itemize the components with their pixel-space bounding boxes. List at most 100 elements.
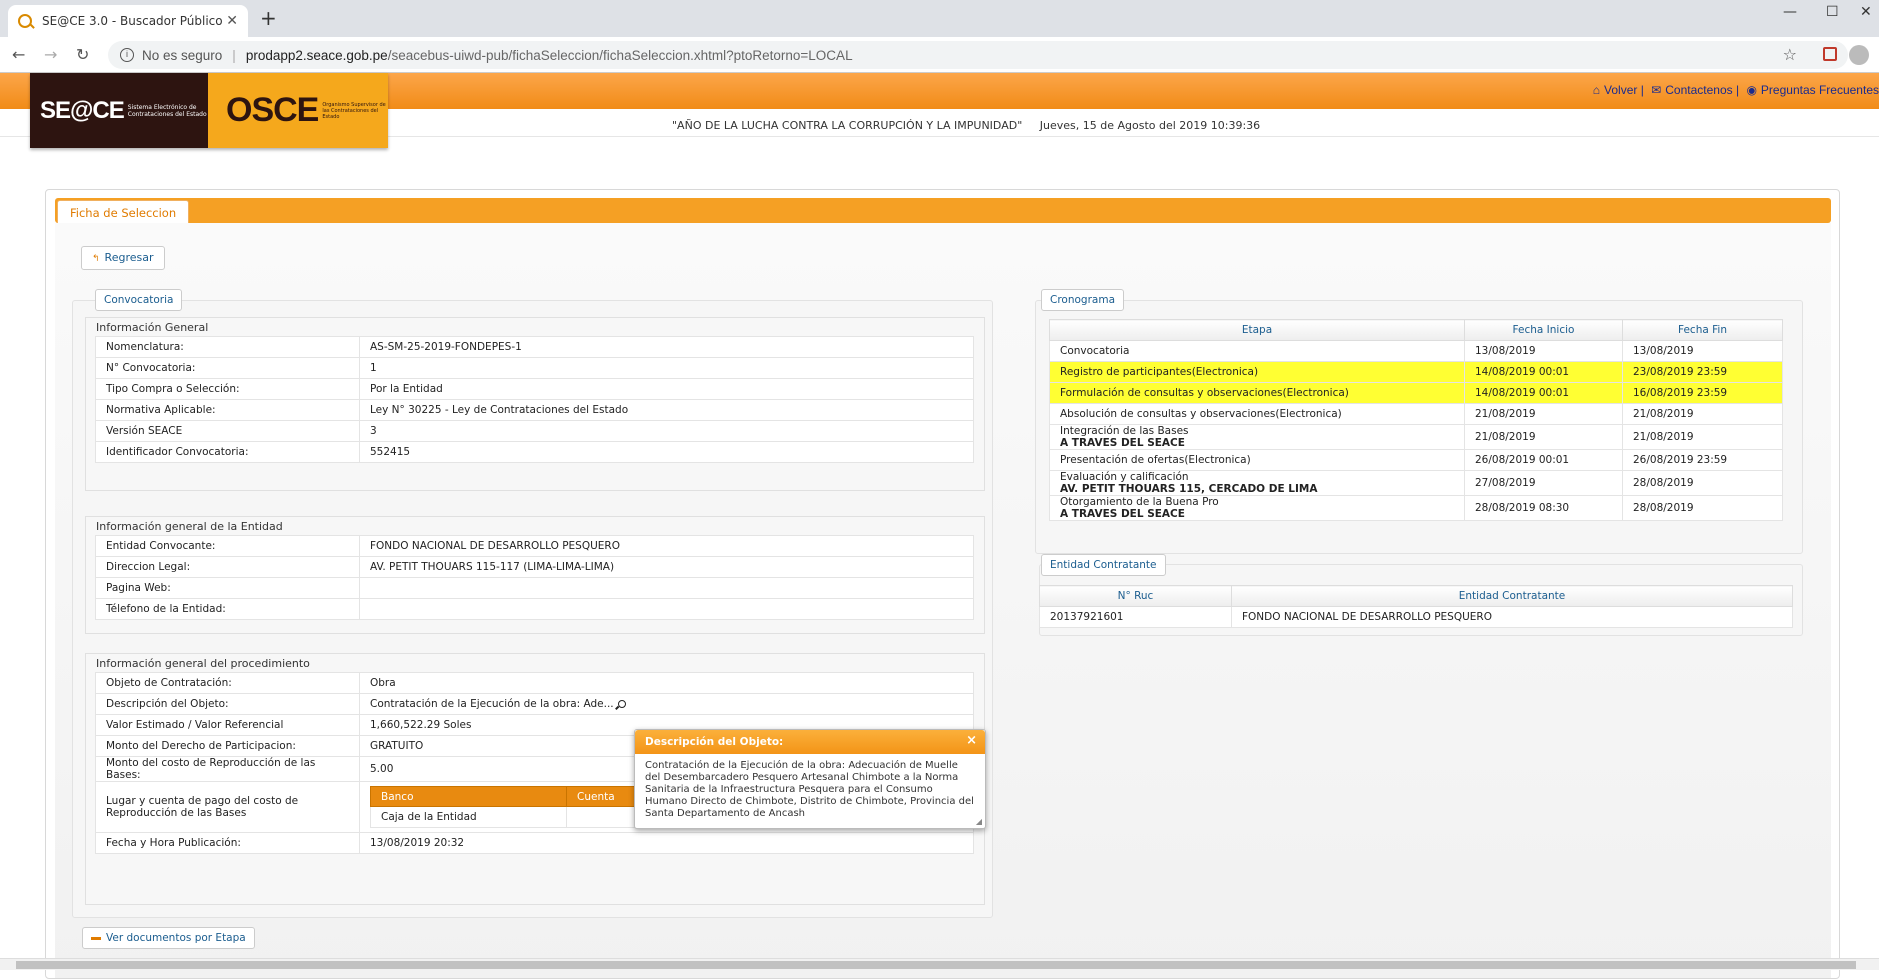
cronograma-row: Registro de participantes(Electronica) 14… [1049,361,1783,383]
table-row: Télefono de la Entidad: [95,598,974,620]
preguntas-link[interactable]: Preguntas Frecuentes [1761,83,1879,97]
cronograma-row: Formulación de consultas y observaciones… [1049,382,1783,404]
browser-tabbar: SE@CE 3.0 - Buscador Público ✕ + — ☐ ✕ [0,0,1879,37]
descripcion-objeto-value: Contratación de la Ejecución de la obra:… [370,698,614,710]
security-label: No es seguro [142,47,223,63]
mail-icon: ✉ [1651,83,1662,97]
table-row: Fecha y Hora Publicación: 13/08/2019 20:3… [95,832,974,854]
cronograma-row: Convocatoria 13/08/2019 13/08/2019 [1049,340,1783,362]
site-logo[interactable]: SE@CE Sistema Electrónico de Contratacio… [30,73,388,148]
descripcion-popup: Descripción del Objeto: × Contratación d… [634,729,986,829]
bookmark-star-icon[interactable]: ☆ [1783,45,1797,64]
fecha-fin: 13/08/2019 [1622,340,1783,362]
seace-logo: SE@CE Sistema Electrónico de Contratacio… [30,73,208,148]
extension-icon[interactable] [1823,47,1837,61]
etapa-lugar: AV. PETIT THOUARS 115, CERCADO DE LIMA [1060,483,1318,495]
back-arrow-icon: ↰ [92,254,100,264]
url-field[interactable]: i No es seguro | prodapp2.seace.gob.pe/s… [108,41,1848,69]
fecha-ini: 13/08/2019 [1464,340,1623,362]
table-row: Direccion Legal: AV. PETIT THOUARS 115-11… [95,556,974,578]
back-icon[interactable]: ← [12,45,25,64]
top-links: ⌂ Volver | ✉ Contactenos | ◉ Preguntas Frec… [1592,83,1879,97]
etapa-name: Integración de las Bases [1060,425,1189,437]
popup-body: Contratación de la Ejecución de la obra:… [645,760,974,819]
etapa-name: Otorgamiento de la Buena Pro [1060,496,1219,508]
etapa-lugar: A TRAVES DEL SEACE [1060,508,1185,520]
etapa-name: Formulación de consultas y observaciones… [1060,387,1349,399]
contactenos-link[interactable]: Contactenos [1665,83,1732,97]
close-tab-icon[interactable]: ✕ [226,13,238,29]
table-row: Pagina Web: [95,577,974,599]
procedimiento-title: Información general del procedimiento [96,657,310,670]
reload-icon[interactable]: ↻ [76,45,89,64]
tab-title: SE@CE 3.0 - Buscador Público [42,14,223,28]
tab-ficha-seleccion[interactable]: Ficha de Seleccion [57,200,190,225]
scrollbar-thumb[interactable] [16,961,1856,969]
new-tab-icon[interactable]: + [260,6,277,30]
rss-icon: ◉ [1746,83,1757,97]
fecha-ini: 14/08/2019 00:01 [1464,361,1623,383]
fecha-ini: 21/08/2019 [1464,403,1623,425]
osce-logo: OSCE Organismo Supervisor de las Contrat… [208,73,388,148]
ficha-body: ↰ Regresar Convocatoria Información Gener… [55,223,1831,978]
url-host: prodapp2.seace.gob.pe [245,47,388,63]
info-general-title: Información General [96,321,209,334]
cronograma-legend[interactable]: Cronograma [1041,289,1124,311]
etapa-lugar: A TRAVES DEL SEACE [1060,437,1185,449]
forward-icon[interactable]: → [44,45,57,64]
maximize-icon[interactable]: ☐ [1826,4,1839,20]
cronograma-row: Evaluación y calificación AV. PETIT THOUA… [1049,470,1783,496]
collapse-icon [91,936,101,940]
fecha-fin: 21/08/2019 [1622,403,1783,425]
minimize-icon[interactable]: — [1783,4,1797,20]
entidad-table: Entidad Convocante: FONDO NACIONAL DE DES… [95,535,974,620]
fecha-fin: 21/08/2019 [1622,424,1783,450]
browser-tab[interactable]: SE@CE 3.0 - Buscador Público ✕ [8,5,248,37]
search-icon[interactable] [617,700,626,708]
fecha-ini: 14/08/2019 00:01 [1464,382,1623,404]
ficha-panel: Ficha de Seleccion ↰ Regresar Convocatori… [45,189,1840,979]
fecha-fin: 28/08/2019 [1622,495,1783,521]
volver-link[interactable]: Volver [1604,83,1637,97]
cronograma-row: Otorgamiento de la Buena Pro A TRAVES DEL… [1049,495,1783,521]
table-row: Nomenclatura: AS-SM-25-2019-FONDEPES-1 [95,336,974,358]
fecha-fin: 26/08/2019 23:59 [1622,449,1783,471]
entidad-contratante-legend[interactable]: Entidad Contratante [1041,554,1166,576]
motto-text: "AÑO DE LA LUCHA CONTRA LA CORRUPCIÓN Y … [672,119,1261,132]
table-row: 20137921601 FONDO NACIONAL DE DESARROLLO … [1039,606,1793,628]
cronograma-table: Etapa Fecha Inicio Fecha Fin Convocatoria 1… [1049,319,1783,521]
home-icon: ⌂ [1592,83,1601,97]
etapa-name: Evaluación y calificación [1060,471,1189,483]
cronograma-row: Absolución de consultas y observaciones(… [1049,403,1783,425]
info-general-table: Nomenclatura: AS-SM-25-2019-FONDEPES-1 N° … [95,336,974,463]
cronograma-row: Integración de las Bases A TRAVES DEL SEA… [1049,424,1783,450]
table-row: Objeto de Contratación: Obra [95,672,974,694]
fecha-fin: 23/08/2019 23:59 [1622,361,1783,383]
regresar-button[interactable]: ↰ Regresar [81,246,165,270]
resize-handle-icon[interactable]: ◢ [976,817,982,826]
table-row: Identificador Convocatoria: 552415 [95,441,974,463]
fecha-ini: 26/08/2019 00:01 [1464,449,1623,471]
fecha-ini: 28/08/2019 08:30 [1464,495,1623,521]
etapa-name: Absolución de consultas y observaciones(… [1060,408,1342,420]
close-icon[interactable]: × [966,733,977,748]
table-row: Descripción del Objeto: Contratación de l… [95,693,974,715]
horizontal-scrollbar[interactable] [0,958,1879,970]
close-window-icon[interactable]: ✕ [1860,4,1872,20]
fecha-fin: 28/08/2019 [1622,470,1783,496]
etapa-name: Registro de participantes(Electronica) [1060,366,1259,378]
table-row: Versión SEACE 3 [95,420,974,442]
fecha-fin: 16/08/2019 23:59 [1622,382,1783,404]
etapa-name: Presentación de ofertas(Electronica) [1060,454,1251,466]
ver-documentos-toggle[interactable]: Ver documentos por Etapa [82,927,255,949]
fecha-ini: 27/08/2019 [1464,470,1623,496]
convocatoria-legend[interactable]: Convocatoria [95,289,183,311]
entidad-contratante-table: N° Ruc Entidad Contratante 20137921601 FON… [1039,585,1793,628]
url-separator: | [232,47,236,63]
seace-favicon-icon [18,14,32,28]
profile-avatar[interactable] [1849,45,1869,65]
info-icon[interactable]: i [120,48,134,62]
address-bar: ← → ↻ i No es seguro | prodapp2.seace.go… [0,37,1879,73]
table-row: Normativa Aplicable: Ley N° 30225 - Ley d… [95,399,974,421]
current-datetime: Jueves, 15 de Agosto del 2019 10:39:36 [1039,119,1261,132]
